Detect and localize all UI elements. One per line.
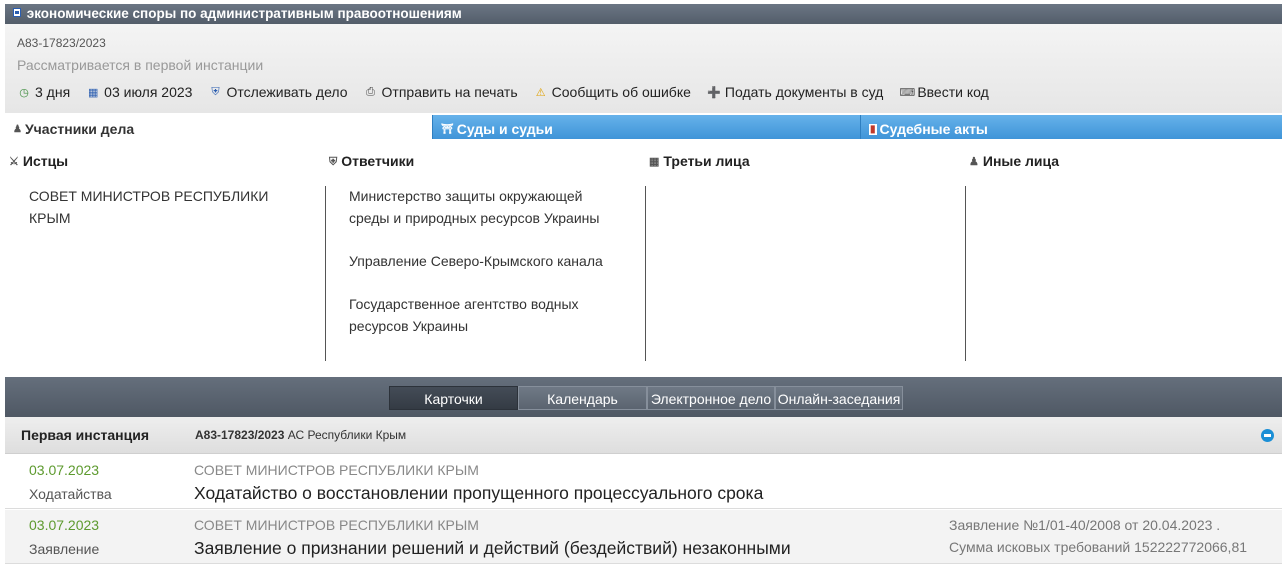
track-case-label: Отслеживать дело xyxy=(226,84,348,100)
instance-case: А83-17823/2023 АС Республики Крым xyxy=(195,428,406,442)
third-parties-heading: ▦ Третьи лица xyxy=(649,153,750,169)
other-persons-heading: ♟ Иные лица xyxy=(969,153,1059,169)
submit-documents-label: Подать документы в суд xyxy=(724,84,884,100)
calendar-icon: ▦ xyxy=(87,86,99,99)
participants-panel: ⚔ Истцы СОВЕТ МИНИСТРОВ РЕСПУБЛИКИ КРЫМ ⛨… xyxy=(5,139,1282,364)
document-reference: Заявление №1/01-40/2008 от 20.04.2023 . xyxy=(949,517,1221,533)
document-icon xyxy=(13,8,21,17)
case-tabs: ♟ Участники дела ⛩ Суды и судьи ▮ Судебные … xyxy=(5,115,1282,139)
case-info-panel: А83-17823/2023 Рассматривается в первой … xyxy=(5,24,1282,113)
case-category-title: экономические споры по административным … xyxy=(26,6,462,21)
next-date[interactable]: ▦ 03 июля 2023 xyxy=(86,84,192,100)
calendar-button[interactable]: Календарь xyxy=(518,386,647,410)
submit-documents-button[interactable]: ➕ Подать документы в суд xyxy=(707,84,883,100)
cards-button[interactable]: Карточки xyxy=(389,386,518,410)
defendants-list: Министерство защиты окружающей среды и п… xyxy=(349,185,617,358)
keyboard-icon: ⌨ xyxy=(899,86,916,99)
party-item[interactable]: СОВЕТ МИНИСТРОВ РЕСПУБЛИКИ КРЫМ xyxy=(29,185,297,229)
plaintiffs-column: ⚔ Истцы СОВЕТ МИНИСТРОВ РЕСПУБЛИКИ КРЫМ xyxy=(5,139,325,364)
person-icon: ♟ xyxy=(13,124,22,135)
defendants-column: ⛨ Ответчики Министерство защиты окружающе… xyxy=(325,139,645,364)
view-switcher-bar: Карточки Календарь Электронное дело Онла… xyxy=(5,377,1282,417)
person-icon: ♟ xyxy=(969,156,979,168)
collapse-icon[interactable] xyxy=(1261,429,1274,442)
document-title[interactable]: Заявление о признании решений и действий… xyxy=(194,538,791,559)
party-item[interactable]: Государственное агентство водных ресурсо… xyxy=(349,293,617,337)
courthouse-icon: ⛩ xyxy=(441,124,454,135)
party-item[interactable]: Министерство защиты окружающей среды и п… xyxy=(349,185,617,229)
days-label: 3 дня xyxy=(35,84,71,100)
print-button[interactable]: ⎙ Отправить на печать xyxy=(364,84,518,100)
case-toolbar: ◷ 3 дня ▦ 03 июля 2023 ⛨ Отслеживать дел… xyxy=(17,84,1005,100)
case-status: Рассматривается в первой инстанции xyxy=(17,57,264,73)
tab-acts-label: Судебные акты xyxy=(879,121,988,137)
tab-courts-label: Суды и судьи xyxy=(456,121,553,137)
instance-case-number: А83-17823/2023 xyxy=(195,428,285,442)
third-parties-label: Третьи лица xyxy=(663,153,750,169)
case-number: А83-17823/2023 xyxy=(17,36,106,50)
claim-amount: Сумма исковых требований 152222772066,81 xyxy=(949,539,1248,555)
instance-label: Первая инстанция xyxy=(21,427,149,443)
document-date: 03.07.2023 xyxy=(29,517,100,533)
printer-icon: ⎙ xyxy=(366,85,375,98)
plaintiffs-list: СОВЕТ МИНИСТРОВ РЕСПУБЛИКИ КРЫМ xyxy=(29,185,297,250)
plaintiffs-heading: ⚔ Истцы xyxy=(9,153,68,169)
tab-participants[interactable]: ♟ Участники дела xyxy=(5,115,432,139)
document-title[interactable]: Ходатайство о восстановлении пропущенног… xyxy=(194,483,763,504)
next-date-label: 03 июля 2023 xyxy=(104,84,193,100)
enter-code-button[interactable]: ⌨ Ввести код xyxy=(899,84,988,100)
document-row[interactable]: 03.07.2023 Ходатайства СОВЕТ МИНИСТРОВ Р… xyxy=(5,455,1282,509)
defendants-heading: ⛨ Ответчики xyxy=(329,153,414,169)
shield-icon: ⛨ xyxy=(329,156,338,168)
clock-icon: ◷ xyxy=(19,86,29,99)
days-counter: ◷ 3 дня xyxy=(17,84,70,100)
document-row[interactable]: 03.07.2023 Заявление СОВЕТ МИНИСТРОВ РЕС… xyxy=(5,510,1282,564)
tab-courts[interactable]: ⛩ Суды и судьи xyxy=(432,115,860,139)
other-persons-column: ♟ Иные лица xyxy=(965,139,1282,364)
third-parties-column: ▦ Третьи лица xyxy=(645,139,965,364)
defendants-label: Ответчики xyxy=(341,153,415,169)
enter-code-label: Ввести код xyxy=(917,84,989,100)
instance-court: АС Республики Крым xyxy=(287,428,407,442)
upload-icon: ➕ xyxy=(707,86,721,99)
view-switcher: Карточки Календарь Электронное дело Онла… xyxy=(389,386,903,410)
document-type: Ходатайства xyxy=(29,486,112,502)
electronic-case-button[interactable]: Электронное дело xyxy=(647,386,775,410)
swords-icon: ⚔ xyxy=(9,156,19,168)
document-author: СОВЕТ МИНИСТРОВ РЕСПУБЛИКИ КРЫМ xyxy=(194,517,479,533)
plaintiffs-label: Истцы xyxy=(22,153,69,169)
tab-participants-label: Участники дела xyxy=(24,121,135,137)
shield-icon: ⛨ xyxy=(211,85,220,98)
instance-header[interactable]: Первая инстанция А83-17823/2023 АС Респу… xyxy=(5,417,1282,454)
report-error-button[interactable]: ⚠ Сообщить об ошибке xyxy=(534,84,691,100)
track-case-button[interactable]: ⛨ Отслеживать дело xyxy=(208,84,347,100)
warning-icon: ⚠ xyxy=(535,86,546,99)
building-icon: ▦ xyxy=(649,156,660,168)
document-author: СОВЕТ МИНИСТРОВ РЕСПУБЛИКИ КРЫМ xyxy=(194,462,479,478)
print-label: Отправить на печать xyxy=(381,84,518,100)
document-date: 03.07.2023 xyxy=(29,462,100,478)
other-persons-label: Иные лица xyxy=(982,153,1060,169)
document-type: Заявление xyxy=(29,541,100,557)
party-item[interactable]: Управление Северо-Крымского канала xyxy=(349,250,617,272)
case-category-bar: экономические споры по административным … xyxy=(5,4,1282,24)
report-error-label: Сообщить об ошибке xyxy=(551,84,691,100)
tab-acts[interactable]: ▮ Судебные акты xyxy=(860,115,1282,139)
online-sessions-button[interactable]: Онлайн-заседания xyxy=(775,386,903,410)
pdf-icon: ▮ xyxy=(869,124,877,135)
